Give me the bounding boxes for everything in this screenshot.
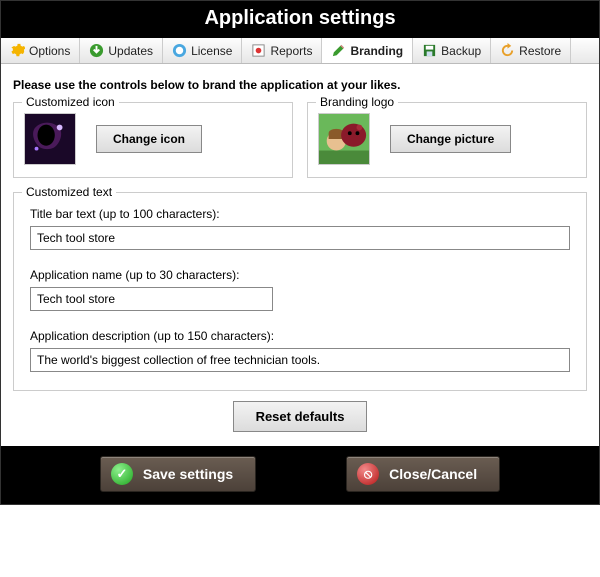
titlebar-text-label: Title bar text (up to 100 characters): [30, 207, 570, 221]
tab-restore[interactable]: Restore [491, 38, 571, 63]
tab-label: Restore [519, 44, 561, 58]
footer: ✓ Save settings ⦸ Close/Cancel [1, 446, 599, 504]
tab-reports[interactable]: Reports [242, 38, 322, 63]
cancel-icon: ⦸ [357, 463, 379, 485]
tab-backup[interactable]: Backup [413, 38, 491, 63]
logo-preview [318, 113, 370, 165]
tab-content: Please use the controls below to brand t… [1, 64, 599, 446]
check-icon: ✓ [111, 463, 133, 485]
save-icon [422, 43, 437, 58]
appdesc-label: Application description (up to 150 chara… [30, 329, 570, 343]
tab-label: Reports [270, 44, 312, 58]
restore-icon [500, 43, 515, 58]
customized-text-group: Customized text Title bar text (up to 10… [13, 192, 587, 391]
reset-defaults-button[interactable]: Reset defaults [233, 401, 368, 432]
icon-preview [24, 113, 76, 165]
group-legend: Branding logo [316, 95, 398, 109]
tab-label: Backup [441, 44, 481, 58]
close-cancel-button[interactable]: ⦸ Close/Cancel [346, 456, 500, 492]
tab-label: Updates [108, 44, 153, 58]
intro-text: Please use the controls below to brand t… [13, 78, 587, 92]
group-legend: Customized icon [22, 95, 119, 109]
titlebar-text-input[interactable] [30, 226, 570, 250]
gear-icon [10, 43, 25, 58]
tab-label: Options [29, 44, 70, 58]
change-picture-button[interactable]: Change picture [390, 125, 511, 153]
branding-logo-group: Branding logo Change picture [307, 102, 587, 178]
pencil-icon [331, 43, 346, 58]
tab-branding[interactable]: Branding [322, 38, 413, 63]
customized-icon-group: Customized icon Change icon [13, 102, 293, 178]
tab-bar: Options Updates License Reports Branding… [1, 38, 599, 64]
window-title: Application settings [1, 1, 599, 38]
tab-label: Branding [350, 44, 403, 58]
appname-label: Application name (up to 30 characters): [30, 268, 570, 282]
appdesc-input[interactable] [30, 348, 570, 372]
tab-options[interactable]: Options [1, 38, 80, 63]
button-label: Save settings [143, 466, 233, 482]
settings-window: Application settings Options Updates Lic… [0, 0, 600, 505]
change-icon-button[interactable]: Change icon [96, 125, 202, 153]
tab-updates[interactable]: Updates [80, 38, 163, 63]
button-label: Close/Cancel [389, 466, 477, 482]
reports-icon [251, 43, 266, 58]
tab-license[interactable]: License [163, 38, 242, 63]
save-settings-button[interactable]: ✓ Save settings [100, 456, 256, 492]
download-icon [89, 43, 104, 58]
tab-label: License [191, 44, 232, 58]
appname-input[interactable] [30, 287, 273, 311]
license-icon [172, 43, 187, 58]
group-legend: Customized text [22, 185, 116, 199]
